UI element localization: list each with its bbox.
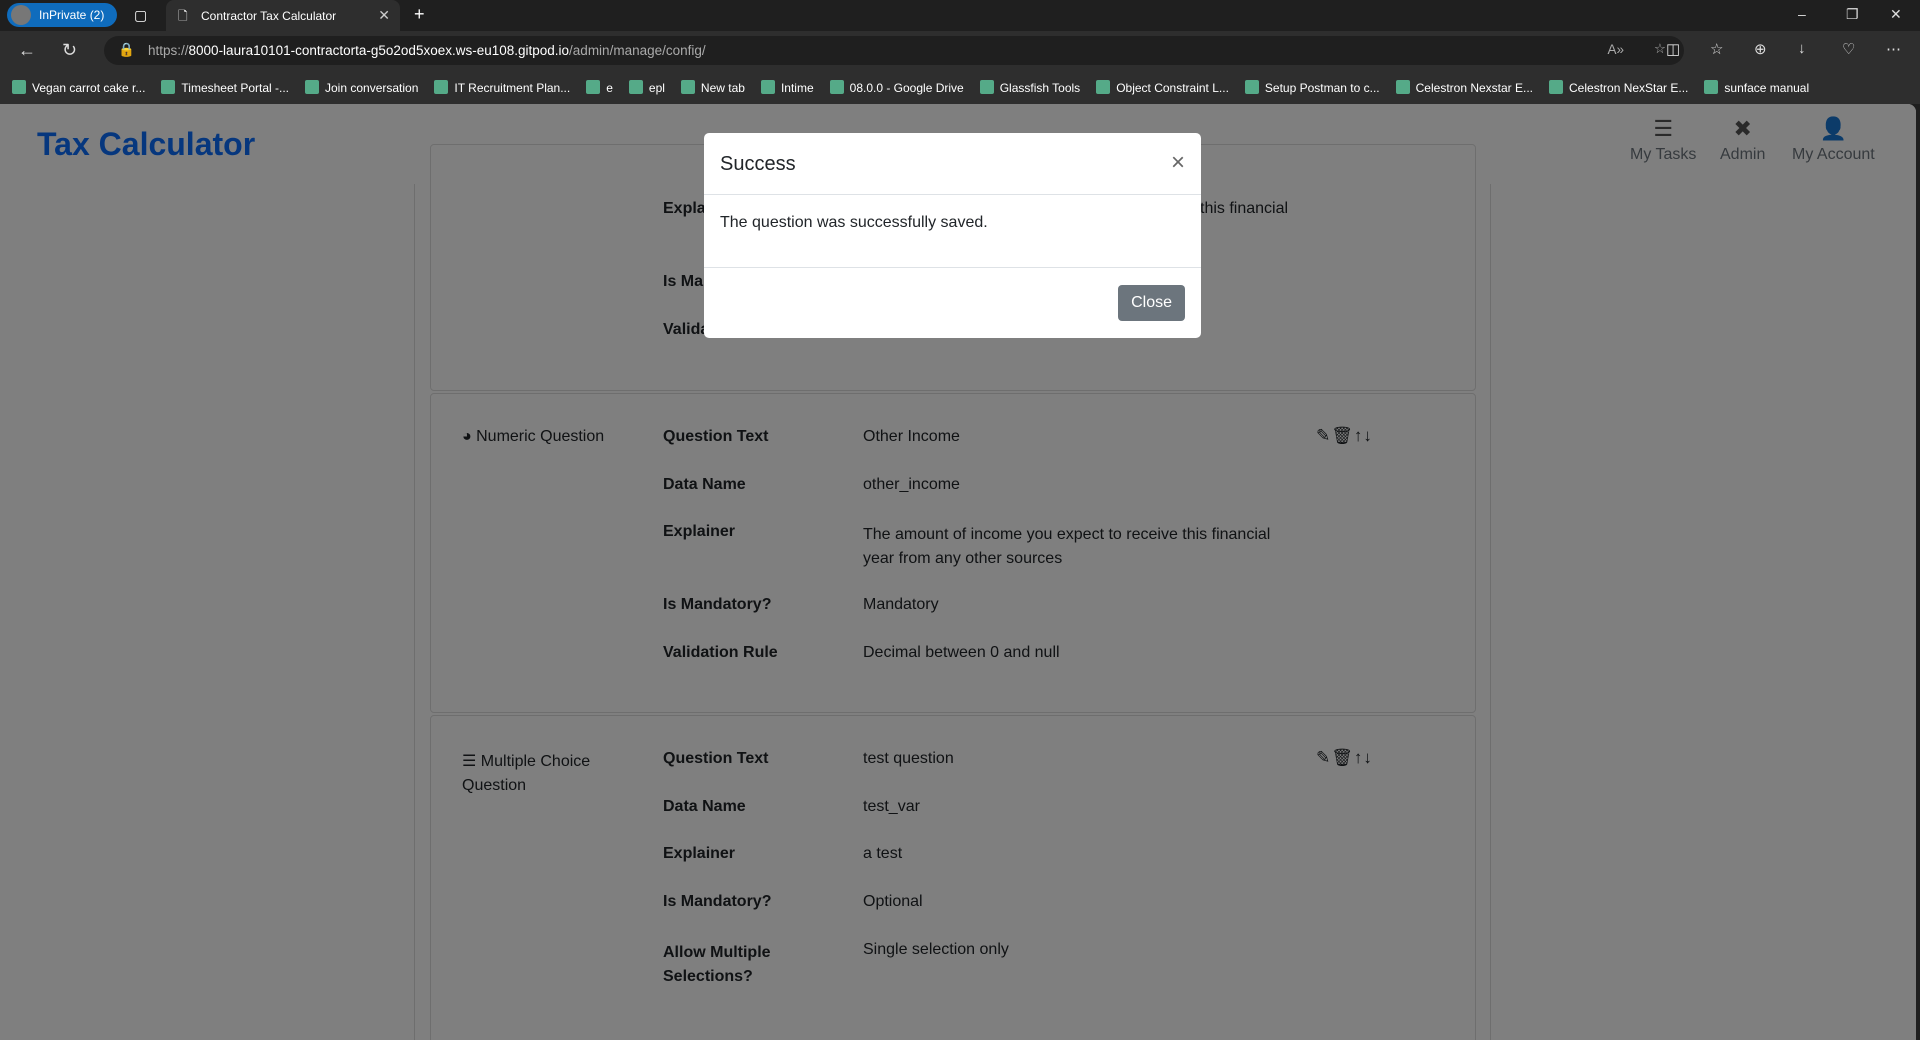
bookmark-item[interactable]: Join conversation [305,79,419,95]
bookmark-item[interactable]: sunface manual [1704,79,1810,95]
minimize-icon[interactable]: – [1798,6,1806,22]
bookmark-label: Intime [780,80,814,95]
bookmark-item[interactable]: Setup Postman to c... [1244,79,1380,95]
new-tab-icon[interactable]: + [414,4,425,25]
bookmark-item[interactable]: Intime [760,79,814,95]
collections-icon[interactable]: ⊕ [1754,40,1767,58]
bookmark-favicon-icon [12,79,26,94]
bookmark-label: Celestron Nexstar E... [1415,80,1534,95]
favorite-star-icon[interactable]: ☆ [1654,41,1666,57]
split-screen-icon[interactable]: ◫ [1666,40,1680,58]
page-icon: 🗋 [178,9,188,23]
bookmark-item[interactable]: Timesheet Portal -... [161,79,289,95]
close-tab-icon[interactable]: ✕ [378,7,390,24]
bookmark-label: 08.0.0 - Google Drive [849,80,964,95]
success-modal: Success × The question was successfully s… [704,133,1201,338]
url-host: 8000-laura10101-contractorta-g5o2od5xoex… [188,43,570,58]
bookmark-favicon-icon [1096,79,1111,94]
bookmark-item[interactable]: Object Constraint L... [1096,79,1229,95]
downloads-icon[interactable]: ↓ [1798,40,1806,57]
bookmark-label: Object Constraint L... [1116,80,1229,95]
bookmark-favicon-icon [1244,79,1259,94]
bookmark-favicon-icon [979,79,994,94]
url-scheme: https:// [148,43,189,58]
close-window-icon[interactable]: ✕ [1890,6,1902,23]
inprivate-badge[interactable]: InPrivate (2) [7,3,117,27]
bookmark-label: Celestron NexStar E... [1569,80,1689,95]
bookmark-label: sunface manual [1724,80,1810,95]
bookmark-favicon-icon [1549,79,1564,94]
bookmark-label: Join conversation [325,80,419,95]
tab-title: Contractor Tax Calculator [201,8,337,23]
modal-message: The question was successfully saved. [704,195,1201,268]
bookmark-label: Setup Postman to c... [1264,80,1380,95]
bookmark-label: IT Recruitment Plan... [454,80,571,95]
bookmark-label: e [606,80,613,95]
address-bar-row: ← ↻ 🔒 https://8000-laura10101-contractort… [0,31,1920,70]
bookmark-label: epl [648,80,665,95]
modal-title: Success [720,153,796,175]
bookmark-item[interactable]: Celestron Nexstar E... [1395,79,1534,95]
read-aloud-icon[interactable]: A» [1607,42,1624,57]
bookmark-label: Vegan carrot cake r... [32,80,146,95]
bookmark-label: New tab [700,80,745,95]
bookmark-label: Timesheet Portal -... [181,80,289,95]
lock-icon: 🔒 [118,42,135,57]
bookmark-item[interactable]: Glassfish Tools [979,79,1081,95]
favorites-icon[interactable]: ☆ [1710,40,1723,58]
bookmark-favicon-icon [161,79,176,94]
url-path: /admin/manage/config/ [569,43,706,58]
bookmark-favicon-icon [586,79,601,94]
browser-essentials-icon[interactable]: ♡ [1842,40,1855,58]
back-icon[interactable]: ← [18,40,36,61]
bookmark-favicon-icon [1704,79,1719,94]
bookmark-favicon-icon [760,79,775,94]
bookmark-item[interactable]: IT Recruitment Plan... [434,79,571,95]
restore-icon[interactable]: ❐ [1846,6,1859,23]
close-icon[interactable]: × [1171,149,1185,177]
bookmark-label: Glassfish Tools [999,80,1081,95]
profile-avatar-icon [11,5,31,25]
browser-tab-bar: InPrivate (2) ▢ 🗋 Contractor Tax Calculat… [0,0,1920,31]
bookmark-item[interactable]: 08.0.0 - Google Drive [829,79,964,95]
tab-actions-icon[interactable]: ▢ [134,7,147,24]
profile-label: InPrivate (2) [39,8,105,22]
bookmark-item[interactable]: Vegan carrot cake r... [12,79,146,95]
bookmark-item[interactable]: New tab [680,79,745,95]
bookmark-item[interactable]: Celestron NexStar E... [1549,79,1689,95]
bookmark-favicon-icon [829,79,844,94]
bookmarks-bar: Vegan carrot cake r... Timesheet Portal -… [0,70,1920,104]
bookmark-item[interactable]: e [586,79,613,95]
bookmark-favicon-icon [680,79,695,94]
bookmark-item[interactable]: epl [628,79,665,95]
refresh-icon[interactable]: ↻ [62,40,77,61]
bookmark-favicon-icon [434,79,449,94]
close-button[interactable]: Close [1118,285,1185,321]
browser-tab[interactable]: 🗋 Contractor Tax Calculator ✕ [166,0,400,31]
bookmark-favicon-icon [628,79,643,94]
more-menu-icon[interactable]: ⋯ [1886,40,1901,58]
bookmark-favicon-icon [1395,79,1410,94]
url-input[interactable]: 🔒 https://8000-laura10101-contractorta-g5… [104,36,1684,65]
bookmark-favicon-icon [305,79,319,94]
